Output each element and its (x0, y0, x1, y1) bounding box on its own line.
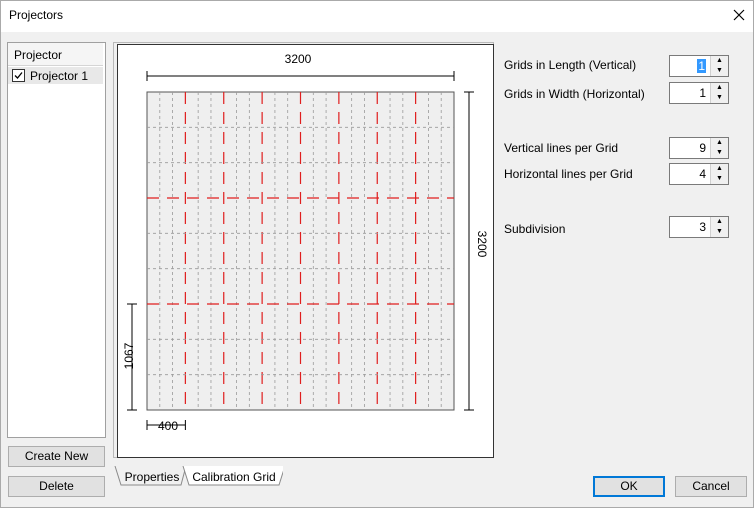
cell-height-dimension: 1067 (122, 342, 136, 370)
create-new-button[interactable]: Create New (8, 446, 105, 467)
spin-up-icon[interactable]: ▲ (711, 138, 728, 148)
projector-1-checkbox[interactable] (12, 69, 25, 82)
calibration-grid-preview (127, 71, 474, 430)
delete-button[interactable]: Delete (8, 476, 105, 497)
horizontal-lines-spinner[interactable]: 4 ▲ ▼ (669, 163, 729, 185)
spin-down-icon[interactable]: ▼ (711, 148, 728, 158)
projector-list-header-label: Projector (14, 48, 63, 62)
vertical-lines-label: Vertical lines per Grid (504, 141, 619, 155)
grid-preview-canvas: 3200 3200 1067 400 (117, 44, 494, 458)
subdivision-spinner[interactable]: 3 ▲ ▼ (669, 216, 729, 238)
vertical-lines-value[interactable]: 9 (699, 141, 706, 155)
spin-up-icon[interactable]: ▲ (711, 164, 728, 174)
grids-length-spinner[interactable]: 1 ▲ ▼ (669, 55, 729, 77)
vertical-lines-spinner[interactable]: 9 ▲ ▼ (669, 137, 729, 159)
horizontal-lines-label: Horizontal lines per Grid (504, 167, 633, 181)
spin-down-icon[interactable]: ▼ (711, 227, 728, 237)
spin-up-icon[interactable]: ▲ (711, 217, 728, 227)
spin-down-icon[interactable]: ▼ (711, 174, 728, 184)
tab-properties[interactable]: Properties (121, 468, 183, 486)
projector-1-label: Projector 1 (30, 69, 89, 83)
horizontal-lines-value[interactable]: 4 (699, 167, 706, 181)
subdivision-value[interactable]: 3 (699, 220, 706, 234)
projector-list[interactable] (7, 42, 106, 438)
cancel-button[interactable]: Cancel (675, 476, 747, 497)
spin-down-icon[interactable]: ▼ (711, 66, 728, 76)
cell-width-dimension: 400 (157, 419, 179, 433)
spin-down-icon[interactable]: ▼ (711, 93, 728, 103)
subdivision-label: Subdivision (504, 222, 566, 236)
title-bar (0, 0, 754, 32)
grid-width-dimension: 3200 (284, 52, 312, 66)
grids-length-value[interactable]: 1 (697, 59, 706, 73)
spin-up-icon[interactable]: ▲ (711, 83, 728, 93)
grids-width-label: Grids in Width (Horizontal) (504, 87, 645, 101)
grids-width-spinner[interactable]: 1 ▲ ▼ (669, 82, 729, 104)
close-icon[interactable] (730, 6, 748, 24)
ok-button[interactable]: OK (593, 476, 665, 497)
checkmark-icon (14, 72, 23, 79)
spin-up-icon[interactable]: ▲ (711, 56, 728, 66)
grids-length-label: Grids in Length (Vertical) (504, 58, 637, 72)
grids-width-value[interactable]: 1 (699, 86, 706, 100)
grid-height-dimension: 3200 (475, 230, 489, 258)
tab-calibration-grid[interactable]: Calibration Grid (189, 468, 279, 486)
window-title: Projectors (9, 8, 64, 22)
